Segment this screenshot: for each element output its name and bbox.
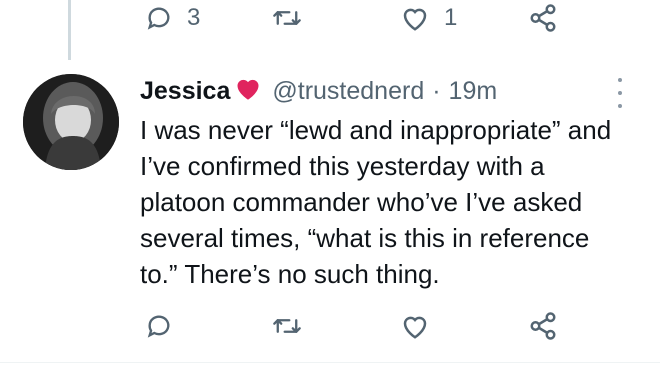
like-count: 1 — [444, 4, 458, 31]
share-button[interactable] — [528, 2, 558, 34]
reply-icon — [145, 4, 173, 32]
share-icon — [528, 3, 558, 33]
retweet-button[interactable] — [272, 2, 302, 34]
like-button[interactable]: 1 — [400, 2, 457, 34]
like-icon — [400, 312, 430, 340]
heart-icon — [234, 75, 262, 108]
tweet-divider — [0, 362, 660, 363]
share-button[interactable] — [528, 310, 558, 342]
like-button[interactable] — [400, 310, 430, 342]
more-dot-icon — [618, 91, 622, 95]
more-dot-icon — [618, 78, 622, 82]
timestamp[interactable]: 19m — [449, 77, 498, 106]
like-icon — [400, 4, 430, 32]
tweet-text: I was never “lewd and inappropriate” and… — [140, 115, 612, 289]
separator-dot: · — [432, 76, 441, 105]
reply-button[interactable]: 3 — [145, 2, 200, 34]
user-handle[interactable]: @trustednerd — [272, 77, 424, 106]
more-dot-icon — [618, 104, 622, 108]
more-options-button[interactable] — [612, 78, 628, 108]
reply-button[interactable] — [145, 310, 173, 342]
retweet-button[interactable] — [272, 310, 302, 342]
avatar[interactable] — [23, 74, 119, 170]
reply-icon — [145, 312, 173, 340]
share-icon — [528, 311, 558, 341]
retweet-icon — [272, 312, 302, 340]
tweet-header: Jessica @trustednerd · 19m — [140, 74, 497, 108]
reply-count: 3 — [187, 4, 201, 31]
thread-connector-line — [68, 0, 71, 60]
display-name[interactable]: Jessica — [140, 77, 230, 106]
retweet-icon — [272, 4, 302, 32]
